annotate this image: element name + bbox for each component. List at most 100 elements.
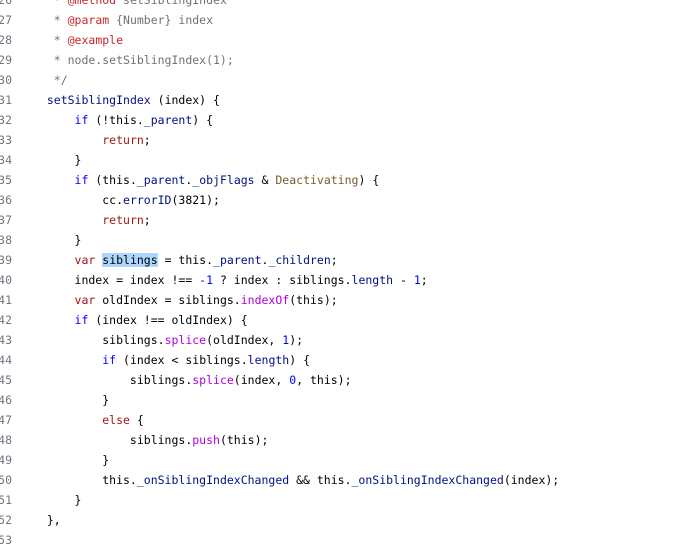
code-line[interactable]: 35 if (this._parent._objFlags & Deactiva… (0, 170, 693, 190)
code-token: && this. (289, 473, 352, 487)
code-text: if (this._parent._objFlags & Deactivatin… (33, 170, 380, 190)
line-number: 26 (0, 0, 12, 7)
line-number: 36 (0, 193, 12, 207)
line-number: 34 (0, 153, 12, 167)
code-line[interactable]: 37 return; (0, 210, 693, 230)
code-line[interactable]: 48 siblings.push(this); (0, 430, 693, 450)
code-line[interactable]: 46 } (0, 390, 693, 410)
code-token: return (102, 213, 144, 227)
code-line[interactable]: 29 * node.setSiblingIndex(1); (0, 50, 693, 70)
line-number: 50 (0, 473, 12, 487)
code-text: } (33, 490, 82, 510)
code-token: @method (67, 0, 117, 7)
code-token: { (129, 413, 144, 427)
line-number: 43 (0, 333, 12, 347)
code-token: * (33, 0, 68, 7)
code-text: return; (33, 130, 151, 150)
code-text: * @example (33, 30, 123, 50)
code-token: splice (192, 373, 234, 387)
code-line[interactable]: 31 setSiblingIndex (index) { (0, 90, 693, 110)
code-line[interactable]: 39 var siblings = this._parent._children… (0, 250, 693, 270)
code-token: ? index : siblings. (213, 273, 352, 287)
line-number: 51 (0, 493, 12, 507)
code-token: this. (33, 473, 137, 487)
line-number: 52 (0, 513, 12, 527)
code-line[interactable]: 34 } (0, 150, 693, 170)
code-token: (index) { (150, 93, 220, 107)
code-text: }, (33, 510, 61, 530)
code-token: } (33, 233, 82, 247)
line-number: 53 (0, 533, 12, 545)
code-line[interactable]: 36 cc.errorID(3821); (0, 190, 693, 210)
code-token: = this. (157, 253, 214, 267)
line-number: 47 (0, 413, 12, 427)
line-number: 32 (0, 113, 12, 127)
line-number: 29 (0, 53, 12, 67)
code-line[interactable]: 53 (0, 530, 693, 545)
code-line[interactable]: 43 siblings.splice(oldIndex, 1); (0, 330, 693, 350)
code-text: setSiblingIndex (index) { (33, 90, 220, 110)
code-line[interactable]: 50 this._onSiblingIndexChanged && this._… (0, 470, 693, 490)
code-token: -1 (199, 273, 214, 287)
code-token: setSiblingIndex (116, 0, 227, 7)
code-token: & (254, 173, 276, 187)
line-number: 42 (0, 313, 12, 327)
line-number: 27 (0, 13, 12, 27)
code-line[interactable]: 47 else { (0, 410, 693, 430)
code-token: length (351, 273, 394, 287)
code-text: } (33, 450, 109, 470)
code-token: ); (289, 333, 304, 347)
code-token: @param (67, 13, 110, 27)
line-number: 48 (0, 433, 12, 447)
code-token: return (102, 133, 144, 147)
code-token: ; (143, 133, 151, 147)
code-line[interactable]: 28 * @example (0, 30, 693, 50)
code-line[interactable]: 38 } (0, 230, 693, 250)
code-line[interactable]: 33 return; (0, 130, 693, 150)
code-token: ; (420, 273, 428, 287)
code-token: (this); (289, 293, 338, 307)
code-token: if (74, 313, 89, 327)
code-token: ) { (358, 173, 380, 187)
code-line[interactable]: 51 } (0, 490, 693, 510)
code-token: (index, (233, 373, 290, 387)
code-token: , this); (296, 373, 352, 387)
code-token: ; (143, 213, 151, 227)
code-token: * (33, 13, 68, 27)
code-text: siblings.splice(oldIndex, 1); (33, 330, 303, 350)
line-number: 31 (0, 93, 12, 107)
code-token: splice (164, 333, 207, 347)
code-token: _objFlags (192, 173, 255, 187)
code-token: _onSiblingIndexChanged (351, 473, 504, 487)
code-line[interactable]: 44 if (index < siblings.length) { (0, 350, 693, 370)
line-number: 46 (0, 393, 12, 407)
code-line[interactable]: 41 var oldIndex = siblings.indexOf(this)… (0, 290, 693, 310)
code-line[interactable]: 30 */ (0, 70, 693, 90)
code-editor[interactable]: 26 * @method setSiblingIndex 27 * @param … (0, 0, 693, 545)
code-line[interactable]: 32 if (!this._parent) { (0, 110, 693, 130)
code-token: push (192, 433, 220, 447)
code-line[interactable]: 40 index = index !== -1 ? index : siblin… (0, 270, 693, 290)
code-line[interactable]: 52 }, (0, 510, 693, 530)
code-text: var oldIndex = siblings.indexOf(this); (33, 290, 338, 310)
code-line[interactable]: 42 if (index !== oldIndex) { (0, 310, 693, 330)
code-line[interactable]: 27 * @param {Number} index (0, 10, 693, 30)
code-token: } (33, 453, 110, 467)
code-text: var siblings = this._parent._children; (33, 250, 338, 270)
code-text: * @method setSiblingIndex (33, 0, 227, 10)
code-token: 1 (413, 273, 421, 287)
code-token: cc. (33, 193, 124, 207)
code-line[interactable]: 49 } (0, 450, 693, 470)
code-token: ) { (289, 353, 310, 367)
code-token: if (74, 173, 89, 187)
line-number: 28 (0, 33, 12, 47)
code-line[interactable]: 26 * @method setSiblingIndex (0, 0, 693, 10)
code-token: * node.setSiblingIndex(1); (33, 53, 234, 67)
code-line[interactable]: 45 siblings.splice(index, 0, this); (0, 370, 693, 390)
